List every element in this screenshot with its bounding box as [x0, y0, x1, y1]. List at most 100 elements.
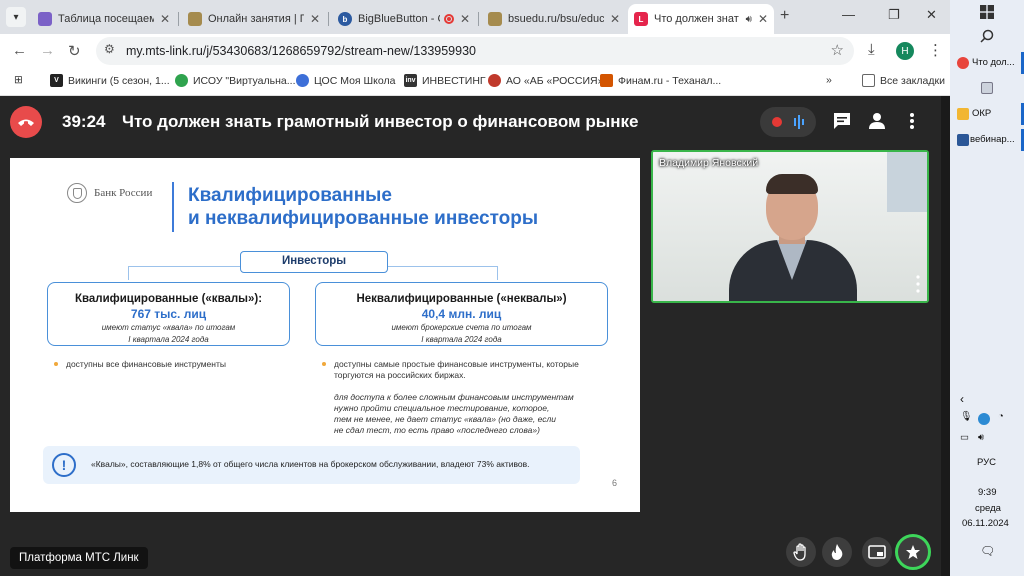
bullet-text: доступны все финансовые инструменты [66, 359, 226, 369]
box-subtitle: I квартала 2024 года [128, 335, 209, 344]
chevron-left-icon[interactable]: ‹ [960, 392, 964, 406]
bookmark-label: АО «АБ «РОССИЯ» [506, 74, 604, 87]
bookmark-vikings[interactable]: V Викинги (5 сезон, 1... [50, 74, 170, 87]
chat-icon[interactable] [832, 111, 852, 131]
bullet-text: торгуются на российских биржах. [334, 370, 466, 380]
calculator-icon[interactable] [981, 82, 993, 94]
more-options-icon[interactable] [902, 111, 922, 131]
battery-icon[interactable]: ▭ [960, 432, 969, 443]
search-icon[interactable] [980, 29, 994, 43]
minimize-icon[interactable]: — [842, 7, 855, 22]
taskbar-item-okr[interactable]: ОКР [972, 108, 991, 119]
record-icon [772, 117, 782, 127]
input-language[interactable]: РУС [977, 457, 996, 468]
exclamation-icon: ! [52, 453, 76, 477]
taskbar-item-chrome[interactable]: Что дол... [972, 57, 1015, 68]
bookmark-star-icon[interactable]: ☆ [831, 41, 844, 59]
testing-note-line: тем не менее, не дает статус «квала» (но… [334, 414, 557, 424]
bookmark-my-school[interactable]: ЦОС Моя Школа [296, 74, 395, 87]
wall-poster [887, 152, 927, 212]
bookmark-label: Все закладки [880, 74, 945, 87]
volume-icon[interactable]: 🔊︎ [978, 432, 984, 443]
wifi-icon[interactable]: ◔ [998, 411, 1004, 422]
video-options-icon[interactable] [915, 274, 921, 294]
notifications-icon[interactable]: 🗨︎ [980, 544, 995, 558]
download-icon[interactable]: ⤓ [868, 41, 875, 58]
page-scrollbar[interactable] [941, 96, 950, 576]
testing-note: для доступа к более сложным финансовым и… [334, 392, 614, 436]
tab-separator [178, 12, 179, 26]
raise-hand-button[interactable] [786, 537, 816, 567]
mts-link-icon: L [634, 12, 648, 26]
my-school-icon [296, 74, 309, 87]
recording-indicator[interactable] [760, 107, 816, 137]
speaker-icon[interactable]: 🔊︎ [746, 14, 752, 25]
all-bookmarks[interactable]: Все закладки [862, 74, 945, 87]
close-icon[interactable]: ✕ [310, 12, 320, 26]
tab-bigbluebutton[interactable]: b BigBlueButton - C ✕ [332, 4, 476, 34]
investing-icon: inv [404, 74, 417, 87]
tab-separator [328, 12, 329, 26]
bullet-dot [322, 362, 326, 366]
network-globe-icon[interactable] [978, 413, 990, 425]
presenter-video[interactable]: Владимир Яновский [651, 150, 929, 303]
windows-taskbar: Что дол... ОКР вебинар... ‹ 🎙︎ ◔ ▭ 🔊︎ РУ… [950, 0, 1024, 576]
forward-icon[interactable]: → [40, 42, 55, 59]
tab-attendance[interactable]: Таблица посещаемо ✕ [32, 4, 176, 34]
close-window-icon[interactable]: ✕ [926, 7, 937, 23]
platform-badge: Платформа МТС Линк [10, 547, 148, 569]
participants-icon[interactable] [867, 111, 887, 131]
restore-icon[interactable]: ❐ [888, 7, 900, 23]
tab-webinar[interactable]: L Что должен знат 🔊︎ ✕ [628, 4, 774, 34]
clock-date: 06.11.2024 [962, 518, 1009, 529]
bullet-text: доступны самые простые финансовые инстру… [334, 359, 579, 369]
tab-title: BigBlueButton - C [358, 13, 440, 25]
nonqualified-bullet: доступны самые простые финансовые инстру… [322, 359, 579, 381]
close-icon[interactable]: ✕ [460, 12, 470, 26]
taskbar-item-word[interactable]: вебинар... [970, 134, 1015, 145]
tab-bsuedu[interactable]: bsuedu.ru/bsu/educa ✕ [482, 4, 626, 34]
webinar-page: 39:24 Что должен знать грамотный инвесто… [0, 96, 950, 576]
microphone-icon[interactable]: 🎙︎ [960, 411, 972, 422]
address-bar[interactable]: ⚙︎ my.mts-link.ru/j/53430683/1268659792/… [96, 37, 854, 65]
picture-in-picture-button[interactable] [862, 537, 892, 567]
slide-heading: Квалифицированные и неквалифицированные … [188, 184, 538, 230]
new-tab-button[interactable]: + [780, 7, 789, 25]
box-title: Квалифицированные («квалы»): [74, 293, 263, 305]
webinar-title: Что должен знать грамотный инвестор о фи… [122, 112, 639, 131]
isou-icon [175, 74, 188, 87]
browser-toolbar: ← → ↻ ⚙︎ my.mts-link.ru/j/53430683/12686… [0, 34, 950, 68]
clock-time[interactable]: 9:39 [978, 487, 997, 498]
menu-icon[interactable]: ⋮ [928, 41, 943, 59]
apps-icon[interactable]: ⊞ [14, 74, 23, 86]
url-text[interactable]: my.mts-link.ru/j/53430683/1268659792/str… [126, 44, 476, 58]
testing-note-line: для доступа к более сложным финансовым и… [334, 392, 574, 402]
reload-icon[interactable]: ↻ [68, 42, 81, 60]
reactions-button[interactable] [822, 537, 852, 567]
bookmark-ab-russia[interactable]: АО «АБ «РОССИЯ» [488, 74, 603, 87]
more-bookmarks-icon[interactable]: » [826, 74, 832, 86]
bullet-dot [54, 362, 58, 366]
bookmark-finam[interactable]: Финам.ru - Теханал... [600, 74, 721, 87]
bank-of-russia-logo: Банк России [67, 183, 152, 203]
bookmark-investing[interactable]: inv ИНВЕСТИНГ [404, 74, 486, 87]
back-icon[interactable]: ← [12, 42, 27, 59]
close-icon[interactable]: ✕ [160, 12, 170, 26]
tab-online-lessons[interactable]: Онлайн занятия | Пе ✕ [182, 4, 326, 34]
browser-chrome: ▾ Таблица посещаемо ✕ Онлайн занятия | П… [0, 0, 950, 96]
vikings-icon: V [50, 74, 63, 87]
nonqualified-investors-box: Неквалифицированные («неквалы») 40,4 млн… [315, 282, 608, 346]
tab-search-button[interactable]: ▾ [6, 7, 26, 27]
favorites-button[interactable] [895, 534, 931, 570]
site-settings-icon[interactable]: ⚙︎ [104, 42, 122, 60]
close-icon[interactable]: ✕ [758, 12, 768, 26]
leave-call-button[interactable] [10, 106, 42, 138]
profile-avatar[interactable]: Н [896, 42, 914, 60]
bookmark-isou[interactable]: ИСОУ "Виртуальна... [175, 74, 296, 87]
close-icon[interactable]: ✕ [610, 12, 620, 26]
box-subtitle: имеют брокерские счета по итогам [391, 323, 532, 332]
presenter-hair [766, 174, 818, 194]
windows-start-icon[interactable] [980, 5, 994, 19]
testing-note-line: не сдал тест, то есть право «последнего … [334, 425, 540, 435]
fire-icon [831, 544, 843, 560]
